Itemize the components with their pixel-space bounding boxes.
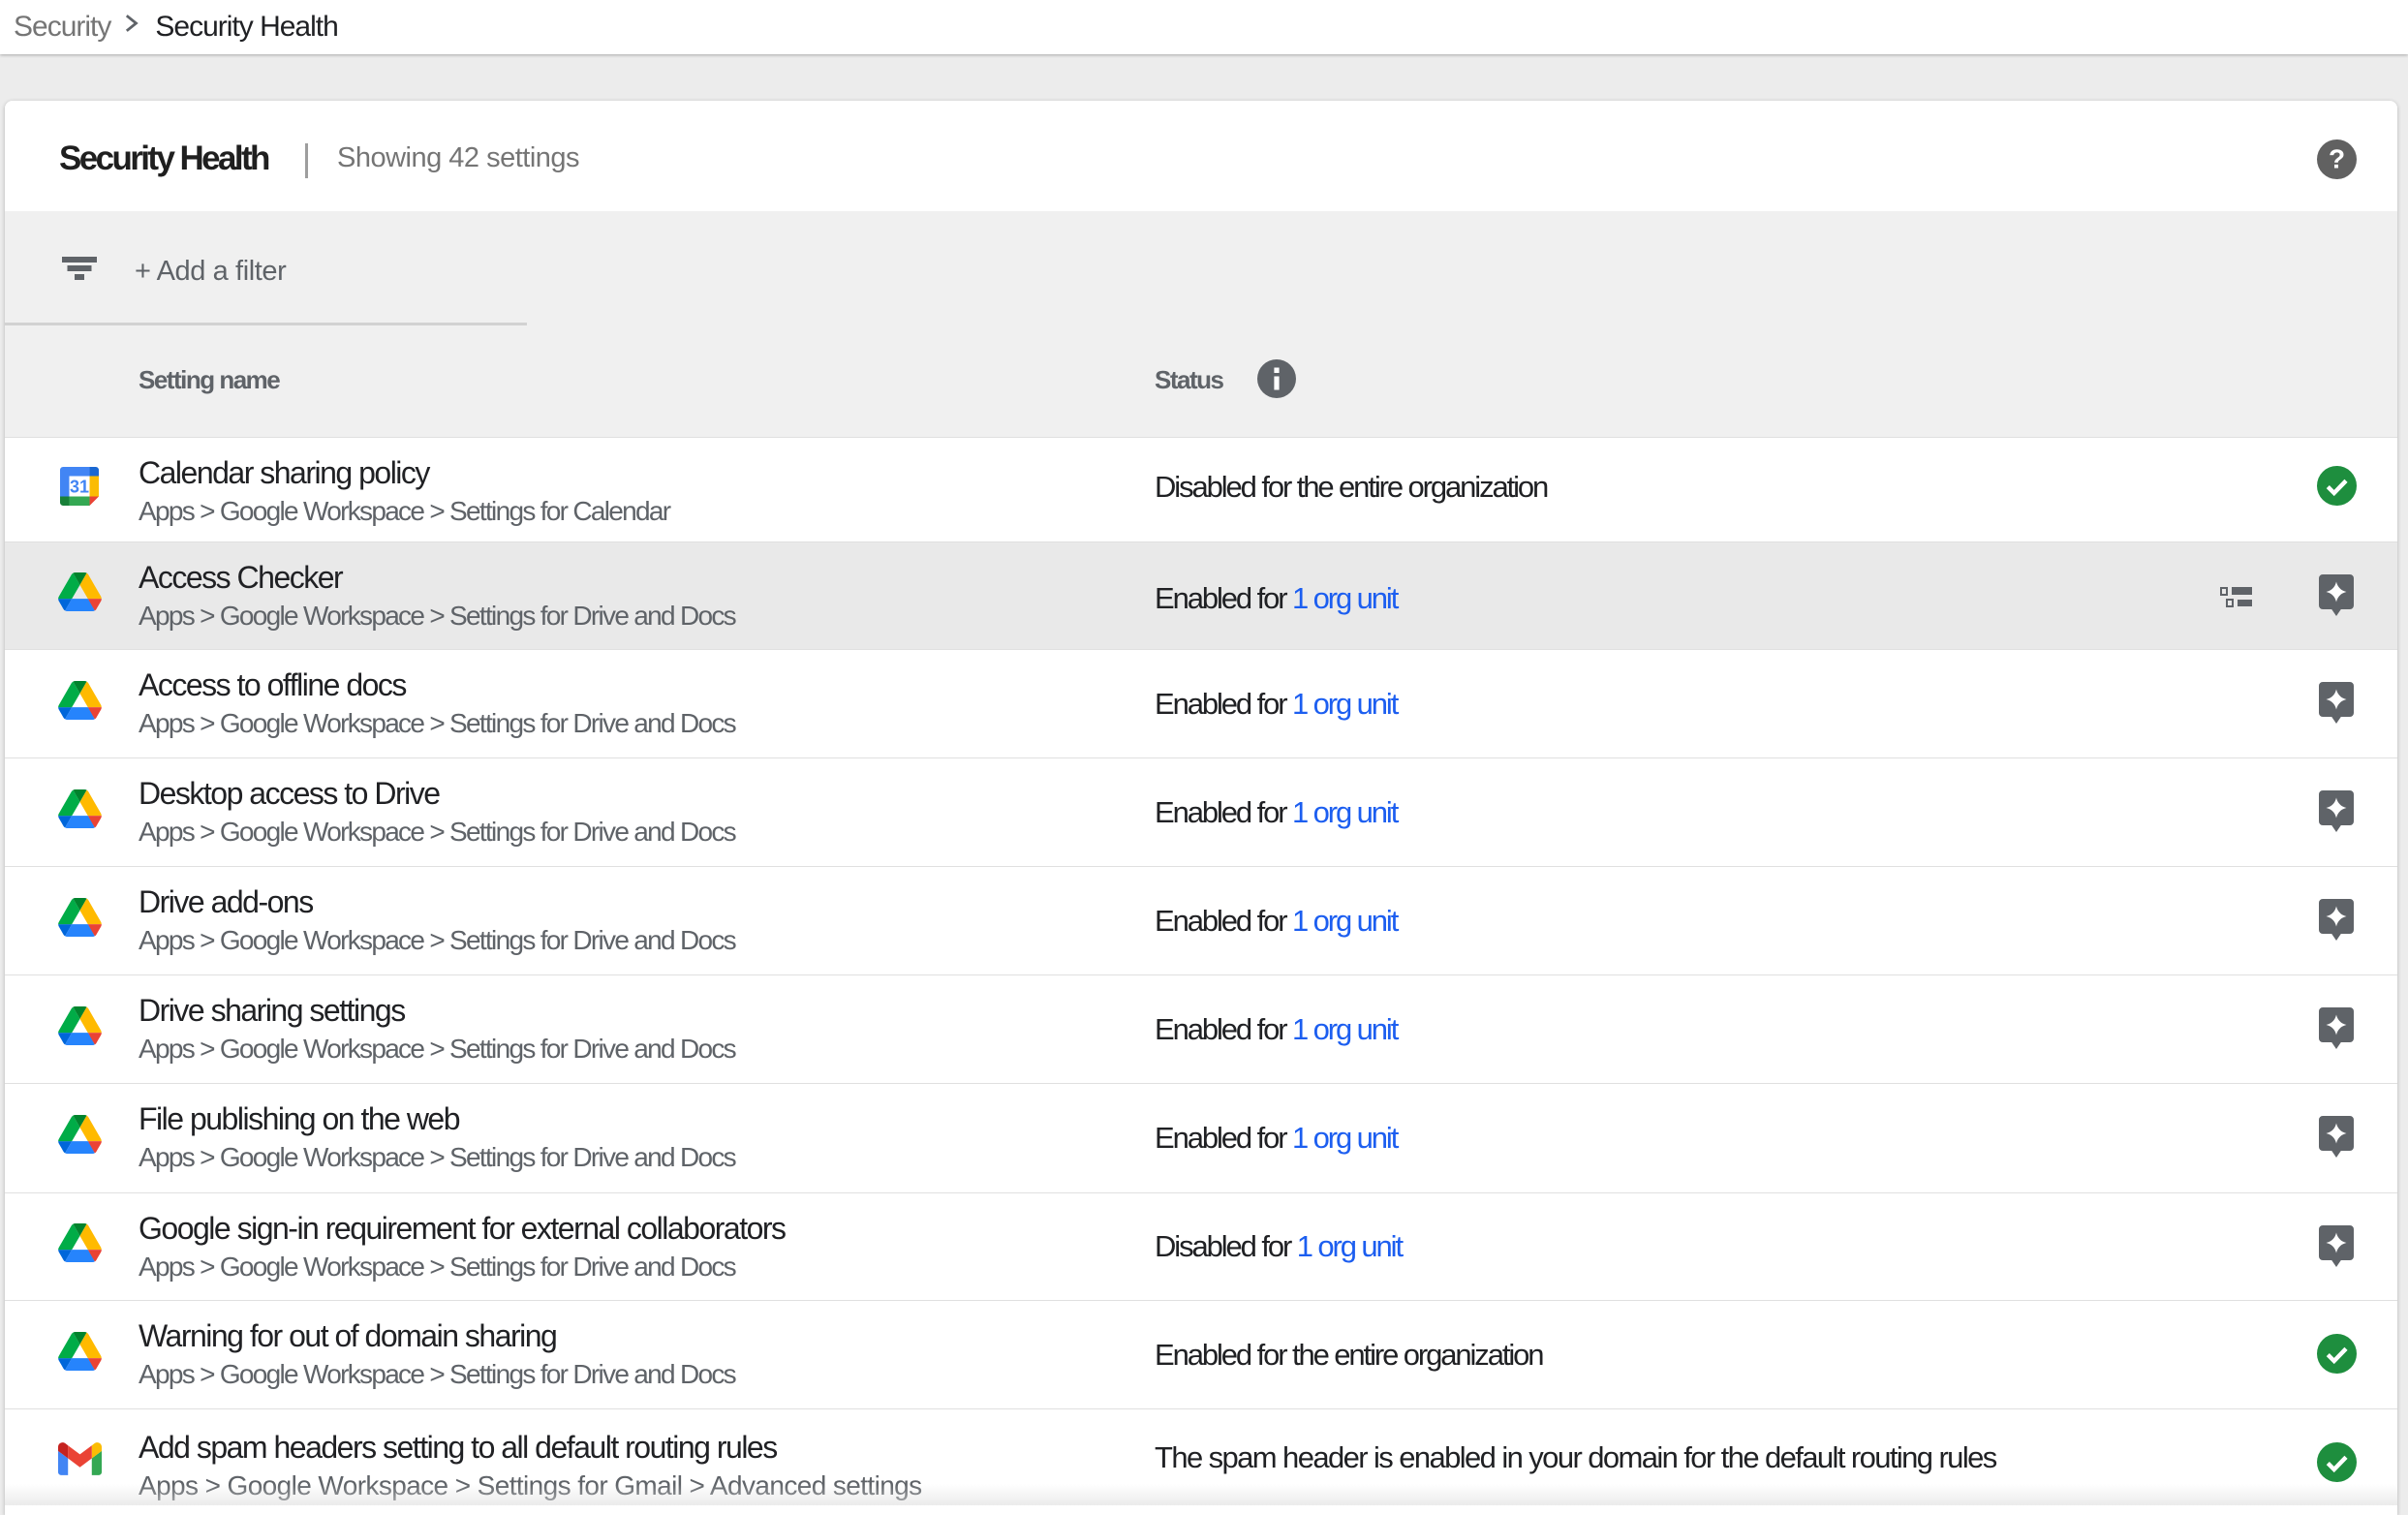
svg-text:?: ?	[2329, 144, 2345, 174]
svg-text:31: 31	[70, 477, 89, 496]
